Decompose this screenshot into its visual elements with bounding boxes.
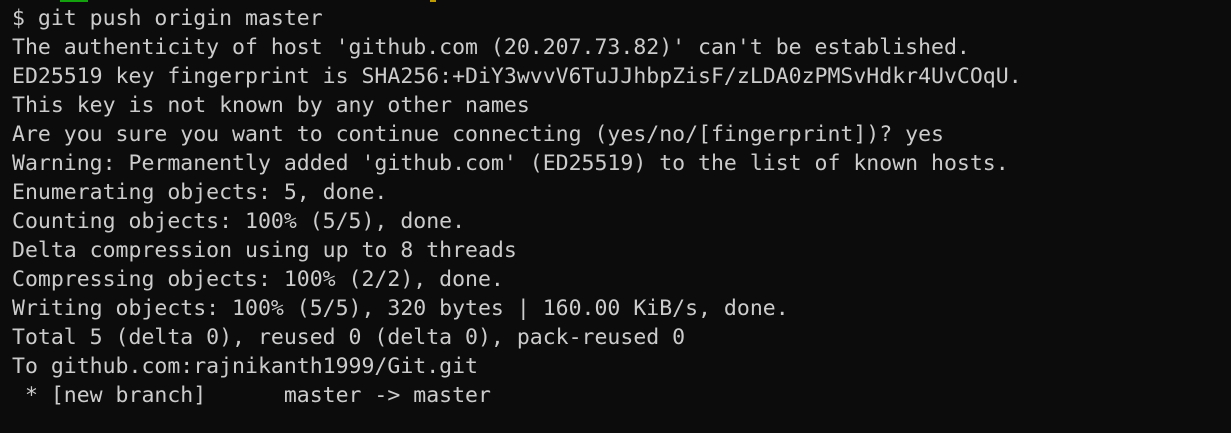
previous-output-fragment — [0, 0, 1231, 3]
output-line: To github.com:rajnikanth1999/Git.git — [12, 354, 478, 379]
output-line: Compressing objects: 100% (2/2), done. — [12, 267, 504, 292]
output-line: Total 5 (delta 0), reused 0 (delta 0), p… — [12, 325, 686, 350]
output-line: Counting objects: 100% (5/5), done. — [12, 209, 466, 234]
output-line: ED25519 key fingerprint is SHA256:+DiY3w… — [12, 64, 1022, 89]
output-line: Writing objects: 100% (5/5), 320 bytes |… — [12, 296, 789, 321]
output-line: Delta compression using up to 8 threads — [12, 238, 517, 263]
output-line: Are you sure you want to continue connec… — [12, 122, 944, 147]
yellow-text-fragment — [430, 0, 436, 2]
output-line: The authenticity of host 'github.com (20… — [12, 35, 970, 60]
output-line: This key is not known by any other names — [12, 93, 530, 118]
output-line: Warning: Permanently added 'github.com' … — [12, 151, 1009, 176]
terminal-window[interactable]: $ git push origin master The authenticit… — [0, 0, 1231, 433]
command-line: $ git push origin master — [12, 6, 323, 31]
output-line: * [new branch] master -> master — [12, 383, 491, 408]
output-line: Enumerating objects: 5, done. — [12, 180, 388, 205]
green-text-fragment — [60, 0, 88, 2]
